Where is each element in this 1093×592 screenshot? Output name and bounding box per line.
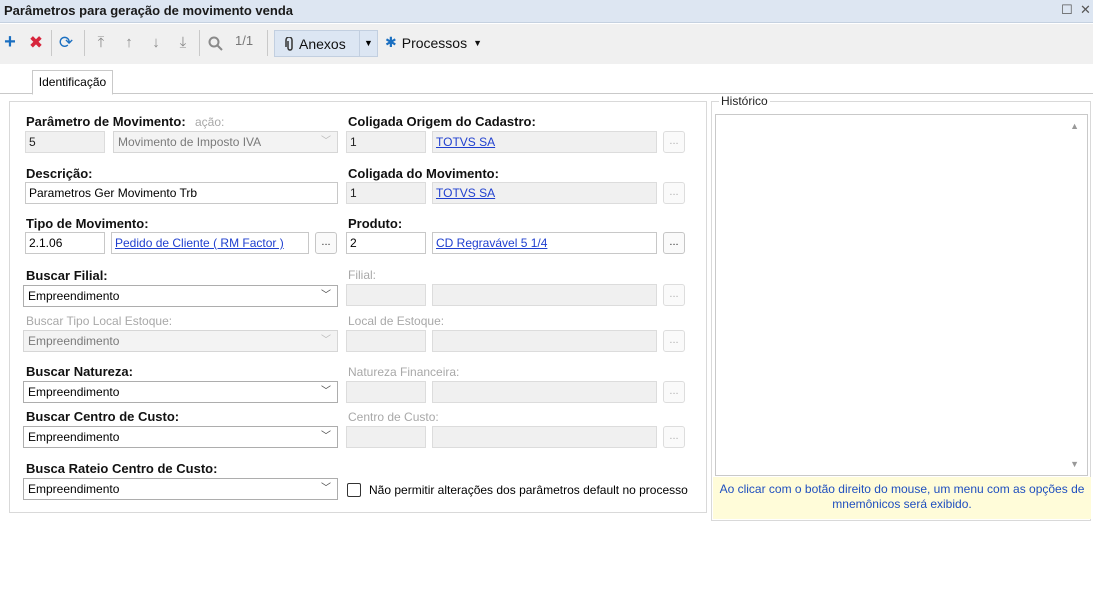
next-record-icon[interactable]: ↓ <box>148 32 164 54</box>
buscar-tipo-local-label: Buscar Tipo Local Estoque: <box>26 314 173 328</box>
filial-code-field[interactable] <box>346 284 426 306</box>
parametro-movimento-code-field[interactable]: 5 <box>25 131 105 153</box>
buscar-natureza-select[interactable]: Empreendimento ﹀ <box>23 381 338 403</box>
record-counter: 1/1 <box>235 33 254 48</box>
plus-icon[interactable]: + <box>2 32 18 54</box>
buscar-natureza-label: Buscar Natureza: <box>26 364 133 379</box>
busca-rateio-label: Busca Rateio Centro de Custo: <box>26 461 218 476</box>
coligada-movimento-code-field[interactable]: 1 <box>346 182 426 204</box>
scroll-down-icon[interactable]: ▼ <box>1070 459 1079 469</box>
tab-strip: Identificação <box>0 64 1093 95</box>
buscar-tipo-local-value: Empreendimento <box>28 334 120 348</box>
title-bar: Parâmetros para geração de movimento ven… <box>0 0 1093 23</box>
buscar-centro-custo-value: Empreendimento <box>28 430 120 444</box>
parametro-movimento-select[interactable]: Movimento de Imposto IVA ﹀ <box>113 131 338 153</box>
toolbar-separator <box>267 30 268 56</box>
chevron-down-icon: ﹀ <box>321 483 331 494</box>
chevron-down-icon: ﹀ <box>321 386 331 397</box>
chevron-down-icon: ﹀ <box>321 431 331 442</box>
tipo-movimento-lookup-button[interactable]: ... <box>315 232 337 254</box>
window-title: Parâmetros para geração de movimento ven… <box>4 3 294 18</box>
chevron-down-icon: ﹀ <box>321 136 331 147</box>
buscar-filial-label: Buscar Filial: <box>26 268 108 283</box>
processos-button[interactable]: ✱ Processos ▼ <box>385 34 482 51</box>
coligada-movimento-lookup-button[interactable]: ... <box>663 182 685 204</box>
toolbar: + ✖ ⟳ ⤒ ↑ ↓ ⤓ 1/1 Anexos ▼ ✱ Processos ▼ <box>0 24 1093 64</box>
natureza-financeira-code-field[interactable] <box>346 381 426 403</box>
previous-record-icon[interactable]: ↑ <box>121 32 137 54</box>
local-estoque-code-field[interactable] <box>346 330 426 352</box>
descricao-field[interactable]: Parametros Ger Movimento Trb <box>25 182 338 204</box>
first-record-icon[interactable]: ⤒ <box>93 32 109 54</box>
close-icon[interactable]: ✕ <box>1080 2 1091 18</box>
coligada-origem-link[interactable]: TOTVS SA <box>432 131 657 153</box>
processos-label: Processos <box>401 34 468 51</box>
nao-permitir-label: Não permitir alterações dos parâmetros d… <box>369 483 688 497</box>
buscar-tipo-local-select[interactable]: Empreendimento ﹀ <box>23 330 338 352</box>
buscar-filial-value: Empreendimento <box>28 289 120 303</box>
buscar-centro-custo-select[interactable]: Empreendimento ﹀ <box>23 426 338 448</box>
tab-identificacao[interactable]: Identificação <box>32 70 113 95</box>
historico-title: Histórico <box>719 94 770 108</box>
toolbar-separator <box>51 30 52 56</box>
anexos-dropdown-icon[interactable]: ▼ <box>359 31 377 56</box>
buscar-centro-custo-label: Buscar Centro de Custo: <box>26 409 180 424</box>
produto-lookup-button[interactable]: ... <box>663 232 685 254</box>
anexos-label: Anexos <box>299 35 346 52</box>
busca-rateio-select[interactable]: Empreendimento ﹀ <box>23 478 338 500</box>
tipo-movimento-link[interactable]: Pedido de Cliente ( RM Factor ) <box>111 232 309 254</box>
local-estoque-lookup-button[interactable]: ... <box>663 330 685 352</box>
processos-dropdown-icon: ▼ <box>473 37 483 48</box>
filial-label: Filial: <box>348 268 377 282</box>
busca-rateio-value: Empreendimento <box>28 482 120 496</box>
centro-custo-name-field[interactable] <box>432 426 657 448</box>
buscar-natureza-value: Empreendimento <box>28 385 120 399</box>
centro-custo-lookup-button[interactable]: ... <box>663 426 685 448</box>
natureza-financeira-name-field[interactable] <box>432 381 657 403</box>
coligada-origem-code-field[interactable]: 1 <box>346 131 426 153</box>
coligada-movimento-label: Coligada do Movimento: <box>348 166 499 181</box>
historico-textarea[interactable]: ▲ ▼ <box>715 114 1088 476</box>
refresh-icon[interactable]: ⟳ <box>57 32 75 54</box>
filial-lookup-button[interactable]: ... <box>663 284 685 306</box>
scroll-up-icon[interactable]: ▲ <box>1070 121 1079 131</box>
paperclip-icon <box>285 36 293 51</box>
chevron-down-icon: ﹀ <box>321 290 331 301</box>
natureza-financeira-label: Natureza Financeira: <box>348 365 460 379</box>
maximize-icon[interactable]: ☐ <box>1061 2 1073 18</box>
parametro-movimento-label: Parâmetro de Movimento: <box>26 114 188 129</box>
coligada-movimento-link[interactable]: TOTVS SA <box>432 182 657 204</box>
local-estoque-label: Local de Estoque: <box>348 314 445 328</box>
local-estoque-name-field[interactable] <box>432 330 657 352</box>
coligada-origem-lookup-button[interactable]: ... <box>663 131 685 153</box>
toolbar-separator <box>84 30 85 56</box>
tipo-movimento-label: Tipo de Movimento: <box>26 216 149 231</box>
parametro-movimento-value: Movimento de Imposto IVA <box>118 135 262 149</box>
nao-permitir-checkbox[interactable] <box>347 483 361 497</box>
delete-icon[interactable]: ✖ <box>28 32 44 54</box>
descricao-label: Descrição: <box>26 166 93 181</box>
filial-name-field[interactable] <box>432 284 657 306</box>
centro-custo-label: Centro de Custo: <box>348 410 439 424</box>
coligada-origem-label: Coligada Origem do Cadastro: <box>348 114 536 129</box>
last-record-icon[interactable]: ⤓ <box>175 32 191 54</box>
search-icon[interactable] <box>208 36 223 51</box>
tipo-movimento-code-field[interactable]: 2.1.06 <box>25 232 105 254</box>
buscar-filial-select[interactable]: Empreendimento ﹀ <box>23 285 338 307</box>
centro-custo-code-field[interactable] <box>346 426 426 448</box>
form-panel <box>9 101 707 513</box>
produto-link[interactable]: CD Regravável 5 1/4 <box>432 232 657 254</box>
hidden-label: ação: <box>195 115 225 129</box>
toolbar-separator <box>199 30 200 56</box>
natureza-financeira-lookup-button[interactable]: ... <box>663 381 685 403</box>
produto-code-field[interactable]: 2 <box>346 232 426 254</box>
produto-label: Produto: <box>348 216 403 231</box>
historico-hint: Ao clicar com o botão direito do mouse, … <box>713 477 1091 519</box>
gear-icon: ✱ <box>385 34 397 50</box>
anexos-button[interactable]: Anexos ▼ <box>274 30 378 57</box>
chevron-down-icon: ﹀ <box>321 335 331 346</box>
